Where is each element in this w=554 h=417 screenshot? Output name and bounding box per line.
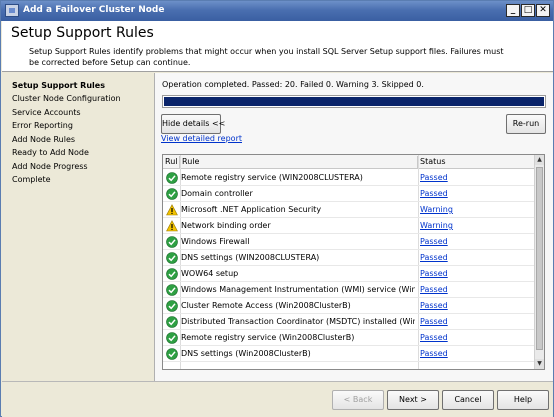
column-header-rule[interactable]: Rule [180, 156, 418, 168]
passed-icon [166, 332, 178, 344]
table-row[interactable]: DNS settings (WIN2008CLUSTERA) Passed [163, 250, 535, 266]
sidebar-item-cluster-node-configuration: Cluster Node Configuration [12, 94, 121, 103]
maximize-button[interactable]: □ [521, 4, 535, 17]
scroll-thumb[interactable] [536, 167, 543, 350]
passed-icon [166, 300, 178, 312]
sidebar-item-error-reporting: Error Reporting [12, 121, 73, 130]
rule-status-link[interactable]: Passed [420, 234, 448, 250]
table-row[interactable]: Remote registry service (WIN2008CLUSTERA… [163, 170, 535, 186]
sidebar-item-service-accounts: Service Accounts [12, 108, 81, 117]
rules-table: Rul Rule Status Remote registry service … [162, 154, 545, 370]
table-row[interactable]: Distributed Transaction Coordinator (MSD… [163, 314, 535, 330]
table-row[interactable]: Windows Firewall Passed [163, 234, 535, 250]
passed-icon [166, 236, 178, 248]
sidebar-item-complete: Complete [12, 175, 51, 184]
passed-icon [166, 316, 178, 328]
rule-status-link[interactable]: Warning [420, 202, 453, 218]
rule-name: Windows Firewall [181, 237, 250, 246]
rule-name: Network binding order [181, 221, 271, 230]
rule-name: Windows Management Instrumentation (WMI)… [181, 285, 415, 294]
page-description: Setup Support Rules identify problems th… [29, 47, 504, 67]
wizard-window: Add a Failover Cluster Node _ □ ✕ Setup … [0, 0, 554, 417]
main-panel: Operation completed. Passed: 20. Failed … [154, 73, 553, 381]
passed-icon [166, 284, 178, 296]
table-row[interactable]: Microsoft .NET Application Security Warni… [163, 202, 535, 218]
progress-bar [162, 95, 546, 108]
sidebar-item-add-node-progress: Add Node Progress [12, 162, 88, 171]
rule-status-link[interactable]: Passed [420, 346, 448, 362]
warning-icon [166, 220, 178, 232]
passed-icon [166, 172, 178, 184]
page-title: Setup Support Rules [11, 25, 154, 41]
rule-status-link[interactable]: Passed [420, 186, 448, 202]
column-header-status[interactable]: Status [418, 156, 535, 168]
rule-name: Cluster Remote Access (Win2008ClusterB) [181, 301, 351, 310]
steps-sidebar: Setup Support Rules Cluster Node Configu… [2, 73, 152, 381]
table-row[interactable]: WOW64 setup Passed [163, 266, 535, 282]
rule-name: Domain controller [181, 189, 253, 198]
help-button[interactable]: Help [497, 390, 549, 410]
rule-name: Microsoft .NET Application Security [181, 205, 322, 214]
sidebar-item-add-node-rules: Add Node Rules [12, 135, 76, 144]
vertical-scrollbar[interactable]: ▲ ▼ [534, 155, 544, 369]
wizard-footer: < Back Next > Cancel Help [2, 381, 553, 417]
rule-status-link[interactable]: Passed [420, 170, 448, 186]
rule-status-link[interactable]: Passed [420, 250, 448, 266]
rule-status-link[interactable]: Passed [420, 330, 448, 346]
cancel-button[interactable]: Cancel [442, 390, 494, 410]
passed-icon [166, 268, 178, 280]
passed-icon [166, 252, 178, 264]
progress-fill [164, 97, 544, 106]
next-button[interactable]: Next > [387, 390, 439, 410]
minimize-button[interactable]: _ [506, 4, 520, 17]
window-title: Add a Failover Cluster Node [23, 5, 165, 15]
scroll-up-icon[interactable]: ▲ [535, 155, 544, 165]
scroll-down-icon[interactable]: ▼ [535, 359, 544, 369]
warning-icon [166, 204, 178, 216]
view-detailed-report-link[interactable]: View detailed report [161, 134, 242, 143]
rule-status-link[interactable]: Passed [420, 298, 448, 314]
table-row[interactable]: Remote registry service (Win2008ClusterB… [163, 330, 535, 346]
hide-details-button[interactable]: Hide details << [161, 114, 225, 134]
rule-status-link[interactable]: Passed [420, 266, 448, 282]
table-row[interactable]: DNS settings (Win2008ClusterB) Passed [163, 346, 535, 362]
close-button[interactable]: ✕ [536, 4, 550, 17]
sidebar-item-ready-to-add-node: Ready to Add Node [12, 148, 89, 157]
rerun-button[interactable]: Re-run [506, 114, 546, 134]
rule-name: DNS settings (WIN2008CLUSTERA) [181, 253, 320, 262]
rule-name: Distributed Transaction Coordinator (MSD… [181, 317, 415, 326]
passed-icon [166, 348, 178, 360]
page-header: Setup Support Rules Setup Support Rules … [2, 21, 553, 72]
table-row[interactable]: Network binding order Warning [163, 218, 535, 234]
rule-status-link[interactable]: Passed [420, 282, 448, 298]
back-button[interactable]: < Back [332, 390, 384, 410]
rule-name: Remote registry service (Win2008ClusterB… [181, 333, 355, 342]
rule-status-link[interactable]: Warning [420, 218, 453, 234]
rule-status-link[interactable]: Passed [420, 314, 448, 330]
column-header-rul[interactable]: Rul [163, 156, 180, 168]
title-bar[interactable]: Add a Failover Cluster Node _ □ ✕ [1, 1, 553, 21]
table-row[interactable]: Windows Management Instrumentation (WMI)… [163, 282, 535, 298]
sidebar-item-setup-support-rules: Setup Support Rules [12, 81, 105, 90]
passed-icon [166, 188, 178, 200]
rule-name: WOW64 setup [181, 269, 239, 278]
table-row[interactable]: Domain controller Passed [163, 186, 535, 202]
table-row[interactable]: Cluster Remote Access (Win2008ClusterB) P… [163, 298, 535, 314]
operation-status: Operation completed. Passed: 20. Failed … [162, 80, 424, 89]
table-header: Rul Rule Status [163, 155, 535, 169]
app-icon [5, 4, 19, 17]
rule-name: DNS settings (Win2008ClusterB) [181, 349, 311, 358]
rule-name: Remote registry service (WIN2008CLUSTERA… [181, 173, 363, 182]
